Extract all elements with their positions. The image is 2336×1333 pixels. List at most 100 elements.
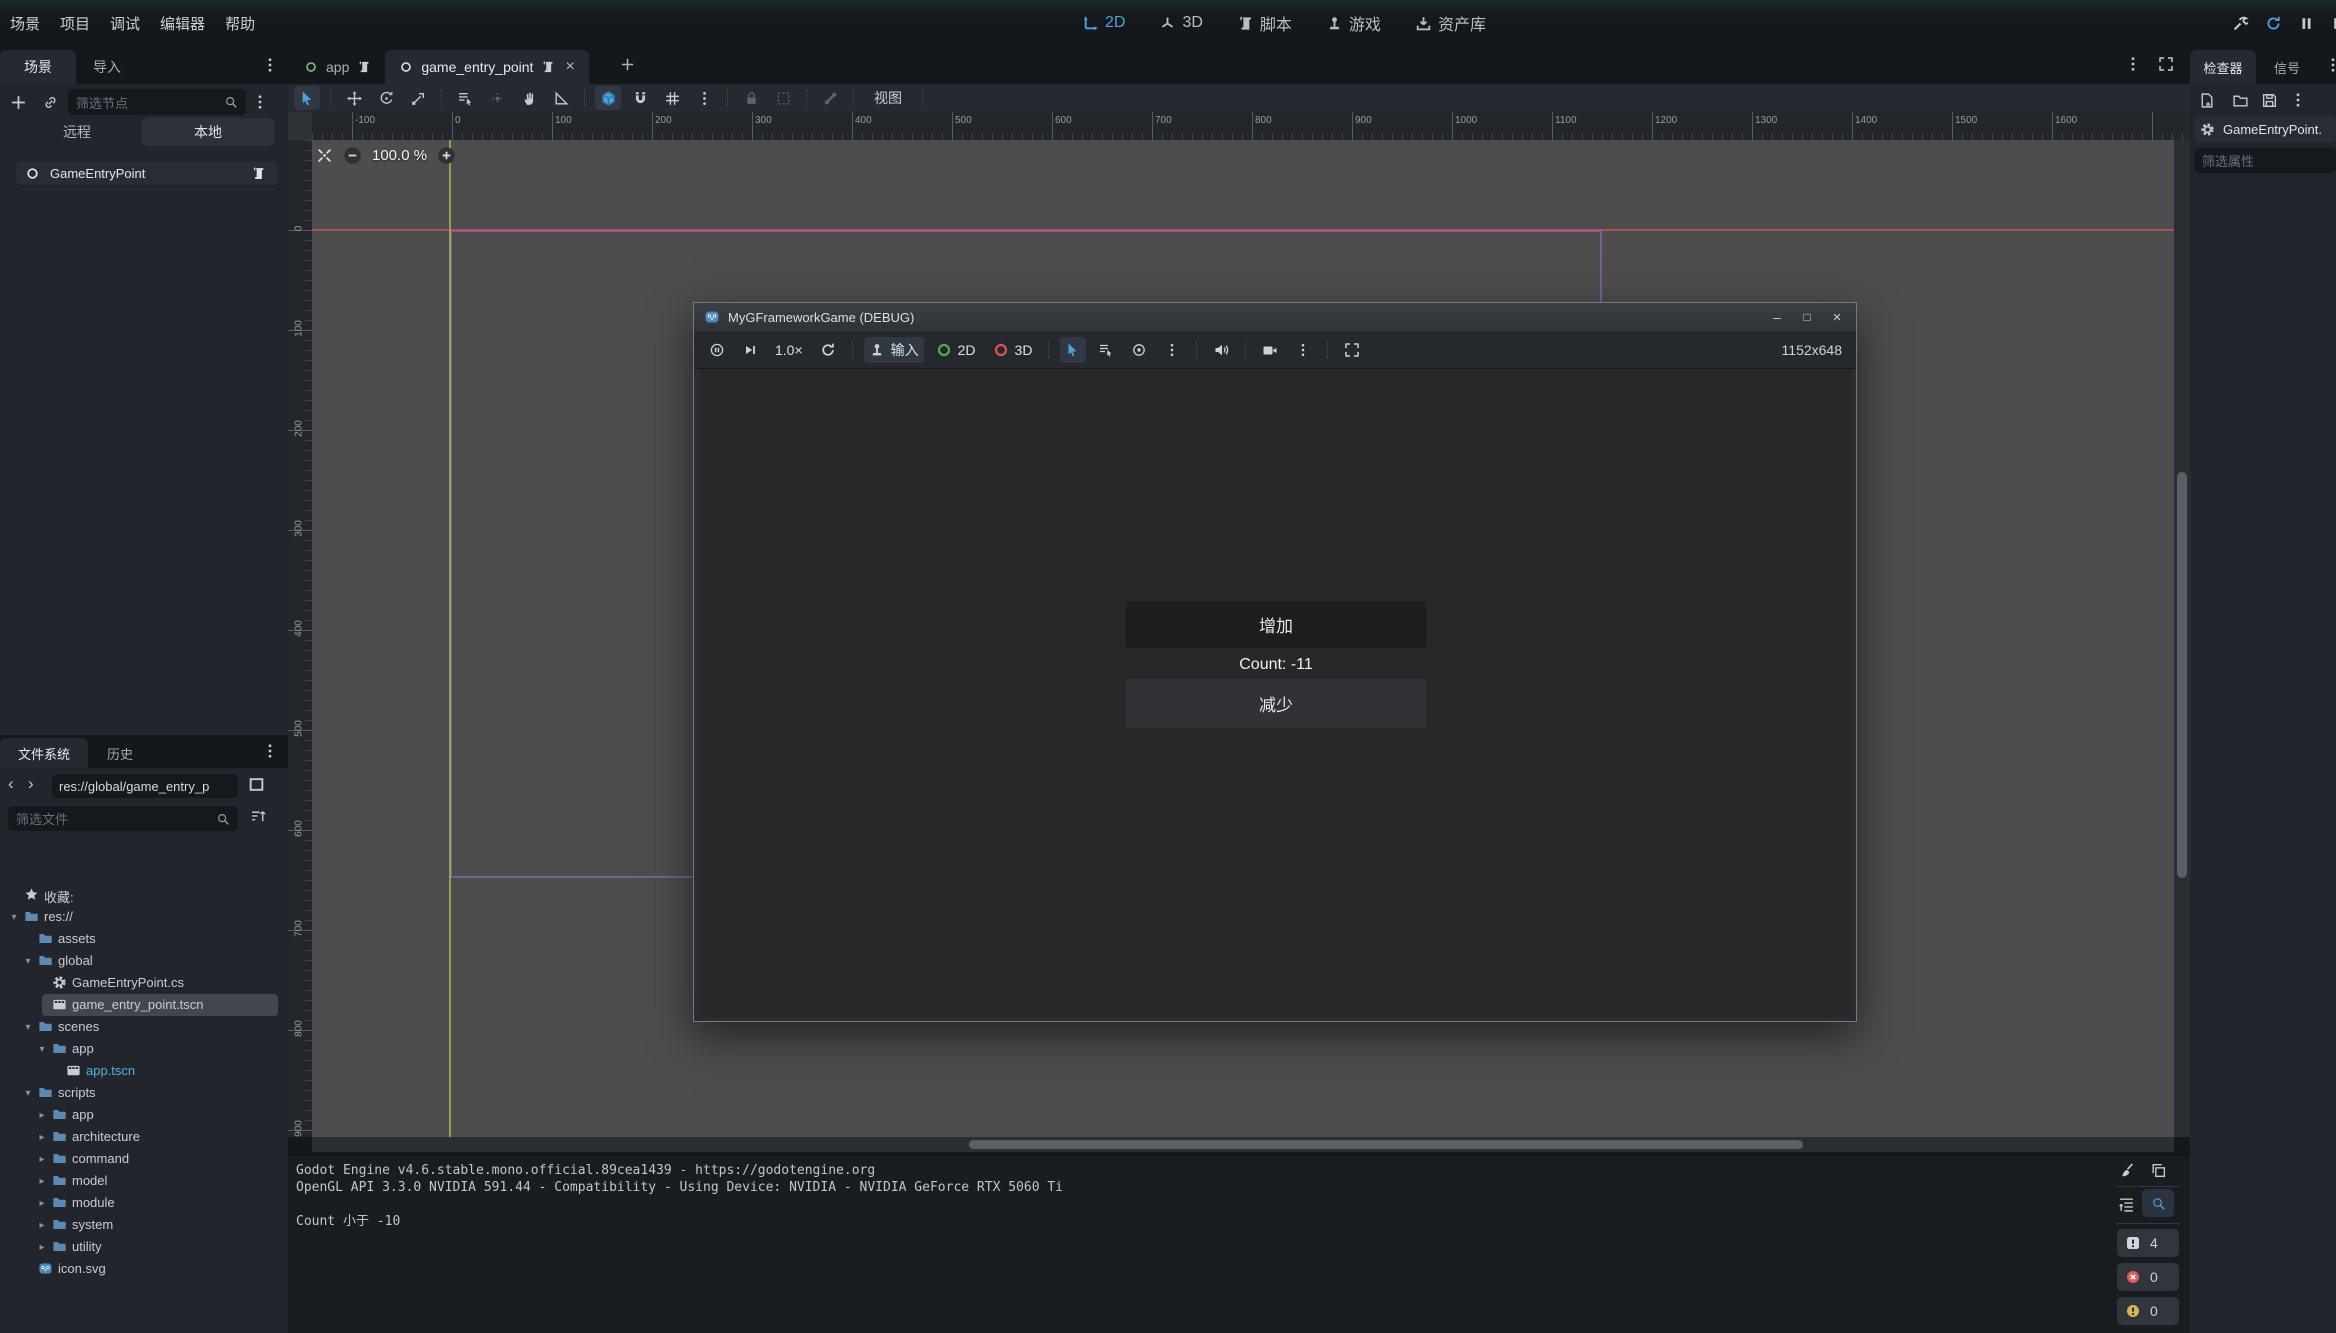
menu-4[interactable]: 帮助	[223, 9, 257, 38]
tab-filesystem[interactable]: 文件系统	[0, 738, 88, 768]
camera-override-button[interactable]	[1126, 337, 1152, 363]
expand-arrow-icon[interactable]: ▸	[36, 1176, 48, 1187]
resource-menu[interactable]	[2291, 91, 2305, 109]
collapse-arrow-icon[interactable]: ▾	[8, 912, 20, 923]
nav-forward-icon[interactable]: ›	[28, 774, 34, 794]
record-menu[interactable]	[1290, 337, 1316, 363]
pause-icon[interactable]	[2298, 15, 2315, 32]
game-window[interactable]: MyGFrameworkGame (DEBUG) – □ × 1.0×输入2D3…	[693, 302, 1857, 1022]
reload-project-icon[interactable]	[2265, 15, 2282, 32]
file-tree-row-res://[interactable]: ▾res://	[0, 906, 288, 928]
search-output-toggle[interactable]	[2142, 1189, 2174, 1217]
expand-arrow-icon[interactable]: ▸	[36, 1242, 48, 1253]
increase-button[interactable]: 增加	[1126, 601, 1426, 648]
rotate-tool[interactable]	[373, 86, 399, 110]
scene-tab-app[interactable]: app	[290, 50, 385, 84]
record-button[interactable]	[1257, 337, 1283, 363]
close-tab-icon[interactable]: ×	[565, 58, 574, 76]
skeleton-button[interactable]	[817, 86, 843, 110]
file-tree-row-system[interactable]: ▸system	[0, 1214, 288, 1236]
new-resource-icon[interactable]	[2198, 92, 2215, 109]
center-view-icon[interactable]	[316, 147, 333, 164]
select-list-button[interactable]	[1093, 337, 1119, 363]
file-tree-row-command[interactable]: ▸command	[0, 1148, 288, 1170]
scene-root-node-row[interactable]: GameEntryPoint	[16, 162, 278, 185]
file-tree-row-game_entry_point.tscn[interactable]: game_entry_point.tscn	[0, 994, 288, 1016]
new-scene-tab-button[interactable]	[620, 57, 635, 72]
edited-object-row[interactable]: GameEntryPoint.	[2194, 116, 2336, 142]
load-resource-icon[interactable]	[2232, 92, 2249, 109]
inspector-dock-menu[interactable]	[2326, 56, 2336, 74]
camera-3d-toggle[interactable]: 3D	[988, 337, 1038, 363]
canvas-h-scrollbar[interactable]	[312, 1137, 2174, 1152]
filesystem-dock-menu[interactable]	[263, 742, 277, 760]
scene-tree-menu[interactable]	[253, 93, 267, 111]
stop-icon[interactable]	[2331, 15, 2336, 32]
move-tool[interactable]	[341, 86, 367, 110]
collapse-arrow-icon[interactable]: ▾	[22, 1088, 34, 1099]
customize-run-icon[interactable]	[2232, 15, 2249, 32]
canvas-v-scrollbar[interactable]	[2174, 140, 2190, 1137]
mute-audio-button[interactable]	[1208, 337, 1234, 363]
local-toggle[interactable]: 本地	[142, 118, 274, 146]
menu-2[interactable]: 调试	[108, 9, 142, 38]
sort-files-icon[interactable]	[250, 808, 267, 825]
minimize-button[interactable]: –	[1762, 309, 1792, 325]
tab-history[interactable]: 历史	[88, 738, 152, 768]
clear-output-icon[interactable]	[2118, 1162, 2135, 1179]
menu-3[interactable]: 编辑器	[158, 9, 207, 38]
expand-arrow-icon[interactable]: ▸	[36, 1198, 48, 1209]
file-tree-row-app[interactable]: ▸app	[0, 1104, 288, 1126]
menu-0[interactable]: 场景	[8, 9, 42, 38]
file-tree-row-icon.svg[interactable]: icon.svg	[0, 1258, 288, 1280]
add-node-button[interactable]	[10, 94, 27, 111]
snap-grid-toggle[interactable]	[659, 86, 685, 110]
expand-arrow-icon[interactable]: ▸	[36, 1220, 48, 1231]
file-tree-row-architecture[interactable]: ▸architecture	[0, 1126, 288, 1148]
scene-tab-game_entry_point[interactable]: game_entry_point×	[385, 50, 588, 84]
ruler-tool[interactable]	[548, 86, 574, 110]
expand-arrow-icon[interactable]: ▸	[36, 1132, 48, 1143]
distraction-free-button[interactable]	[2158, 56, 2174, 72]
tab-import[interactable]: 导入	[76, 50, 138, 84]
suspend-button[interactable]	[704, 337, 730, 363]
select-mode-button[interactable]	[1060, 337, 1086, 363]
message-count-badge[interactable]: 4	[2117, 1229, 2179, 1257]
split-mode-icon[interactable]	[248, 776, 265, 793]
file-tree-row-global[interactable]: ▾global	[0, 950, 288, 972]
filter-files-field[interactable]: 筛选文件	[8, 806, 238, 831]
workspace-assetlib[interactable]: 资产库	[1415, 11, 1486, 35]
collapse-output-icon[interactable]	[2118, 1196, 2135, 1213]
file-tree-row-收藏:[interactable]: 收藏:	[0, 884, 288, 906]
list-select-tool[interactable]	[452, 86, 478, 110]
camera-2d-toggle[interactable]: 2D	[931, 337, 981, 363]
grid-snap-toggle[interactable]	[627, 86, 653, 110]
select-menu[interactable]	[1159, 337, 1185, 363]
workspace-game[interactable]: 游戏	[1326, 11, 1381, 35]
file-tree-row-assets[interactable]: assets	[0, 928, 288, 950]
workspace-script[interactable]: 脚本	[1237, 11, 1292, 35]
zoom-out-button[interactable]	[343, 146, 362, 165]
file-tree-row-module[interactable]: ▸module	[0, 1192, 288, 1214]
select-tool[interactable]	[294, 86, 320, 110]
workspace-3d[interactable]: 3D	[1159, 14, 1202, 32]
warning-count-badge[interactable]: 0	[2117, 1297, 2179, 1325]
scale-tool[interactable]	[405, 86, 431, 110]
file-tree-row-utility[interactable]: ▸utility	[0, 1236, 288, 1258]
collapse-arrow-icon[interactable]: ▾	[22, 1022, 34, 1033]
reset-game-button[interactable]	[815, 337, 841, 363]
lock-button[interactable]	[738, 86, 764, 110]
snap-options-menu[interactable]	[691, 86, 717, 110]
copy-output-icon[interactable]	[2150, 1162, 2167, 1179]
collapse-arrow-icon[interactable]: ▾	[36, 1044, 48, 1055]
zoom-percent[interactable]: 100.0 %	[372, 147, 427, 164]
smart-snap-toggle[interactable]	[595, 86, 621, 110]
tab-signals[interactable]: 信号	[2260, 50, 2314, 84]
file-tree-row-scripts[interactable]: ▾scripts	[0, 1082, 288, 1104]
maximize-button[interactable]: □	[1792, 310, 1822, 324]
pan-tool[interactable]	[516, 86, 542, 110]
collapse-arrow-icon[interactable]: ▾	[22, 956, 34, 967]
filter-nodes-field[interactable]: 筛选节点	[68, 89, 246, 115]
tab-scene[interactable]: 场景	[0, 50, 76, 84]
tab-inspector[interactable]: 检查器	[2190, 50, 2256, 84]
